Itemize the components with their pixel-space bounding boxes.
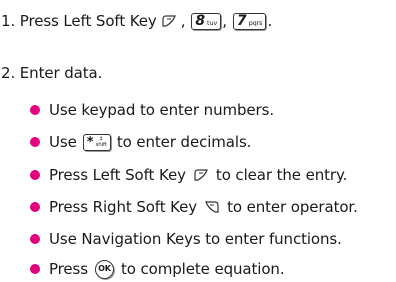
bullet-text-before: Use: [49, 133, 77, 151]
bullet-dot-icon: [30, 105, 40, 115]
bullet-dot-icon: [30, 170, 40, 180]
star-key-symbol: *: [86, 134, 94, 150]
bullet-text-after: to enter operator.: [227, 198, 358, 216]
bullet-item: Use Navigation Keys to enter functions.: [30, 229, 342, 249]
key-7-letters: pqrs: [248, 18, 263, 27]
key-7-icon: 7 pqrs: [232, 12, 267, 30]
bullet-text: Use keypad to enter numbers.: [49, 101, 274, 119]
step-1-text: 1. Press Left Soft Key: [1, 12, 157, 30]
key-8-icon: 8 tuv: [191, 12, 222, 30]
key-8-digit: 8: [195, 13, 206, 29]
period: .: [267, 12, 273, 30]
bullet-text-before: Press Right Soft Key: [49, 198, 198, 216]
step-2-text: 2. Enter data.: [1, 64, 103, 82]
star-key-sub: ‡ shift: [95, 136, 106, 148]
comma: ,: [222, 12, 227, 30]
star-key-icon: * ‡ shift: [82, 133, 111, 151]
bullet-item: Press OK to complete equation.: [30, 259, 285, 279]
bullet-text: Use Navigation Keys to enter functions.: [49, 230, 342, 248]
left-soft-key-icon: [194, 169, 208, 181]
bullet-item: Use keypad to enter numbers.: [30, 100, 274, 120]
bullet-text-after: to complete equation.: [120, 260, 285, 278]
right-soft-key-icon: [205, 201, 219, 213]
bullet-item: Use * ‡ shift to enter decimals.: [30, 132, 251, 152]
instruction-document: 1. Press Left Soft Key , 8 tuv , 7 pqrs …: [0, 0, 396, 282]
star-key-sub-bottom: shift: [95, 142, 107, 148]
bullet-text-before: Press: [49, 260, 88, 278]
bullet-text-after: to enter decimals.: [116, 133, 252, 151]
comma: ,: [180, 12, 186, 30]
key-7-digit: 7: [236, 13, 247, 29]
bullet-item: Press Left Soft Key to clear the entry.: [30, 165, 347, 185]
bullet-dot-icon: [30, 202, 40, 212]
step-1: 1. Press Left Soft Key , 8 tuv , 7 pqrs …: [1, 11, 272, 31]
bullet-dot-icon: [30, 264, 40, 274]
ok-key-icon: OK: [94, 259, 114, 279]
bullet-item: Press Right Soft Key to enter operator.: [30, 197, 358, 217]
key-8-letters: tuv: [207, 18, 218, 27]
bullet-text-before: Press Left Soft Key: [49, 166, 186, 184]
bullet-dot-icon: [30, 234, 40, 244]
bullet-text-after: to clear the entry.: [215, 166, 348, 184]
bullet-dot-icon: [30, 137, 40, 147]
left-soft-key-icon: [162, 15, 176, 27]
step-2: 2. Enter data.: [1, 63, 102, 83]
